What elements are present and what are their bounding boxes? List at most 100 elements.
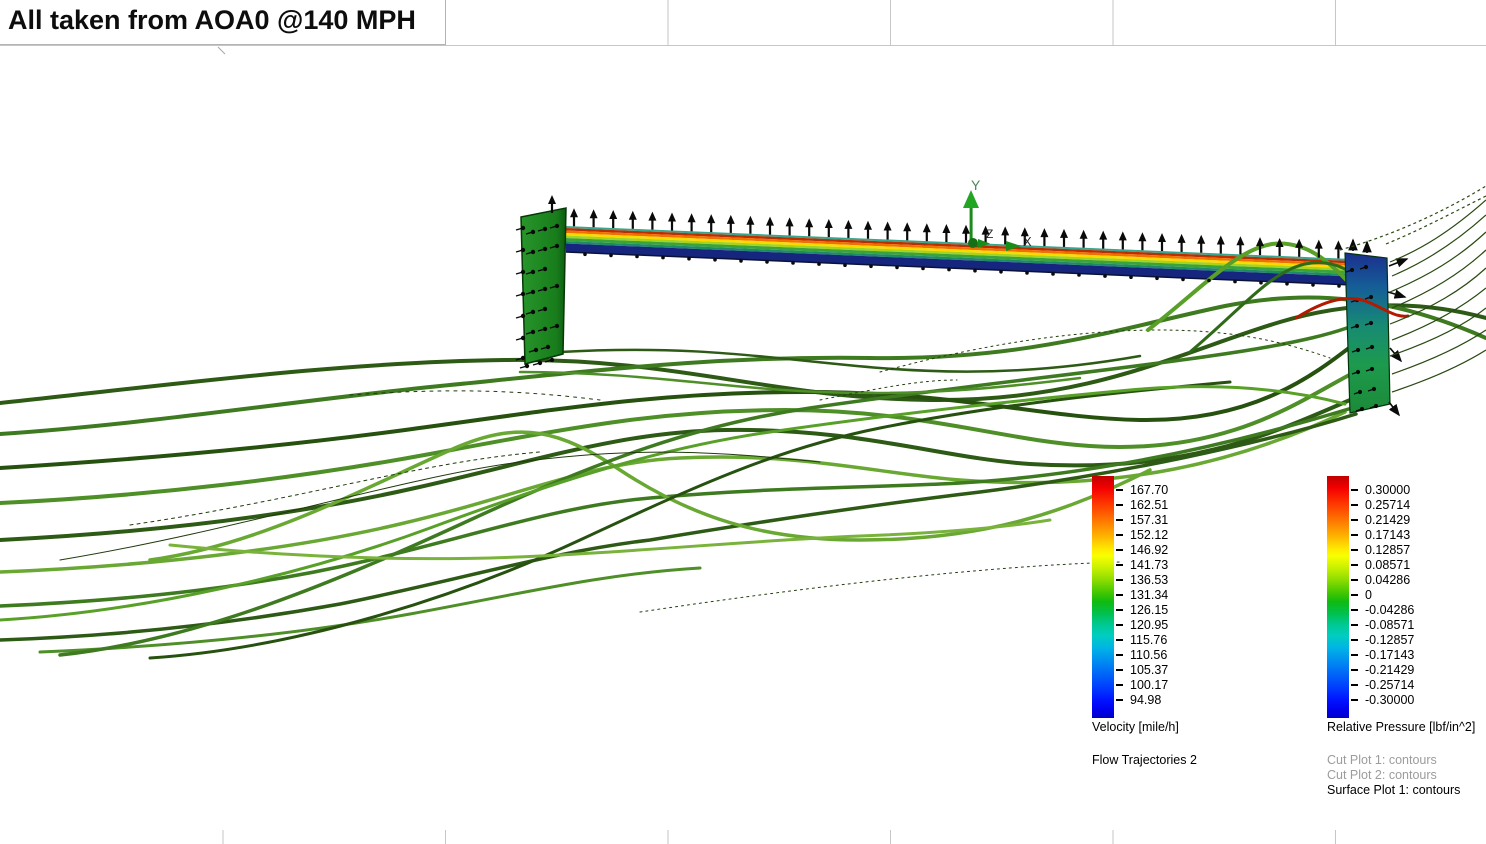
pressure-dot xyxy=(1356,370,1360,374)
axis-triad: Y Z X xyxy=(963,177,1032,251)
pressure-dot xyxy=(999,270,1003,274)
tick-mark xyxy=(1351,579,1358,581)
pressure-dot xyxy=(555,224,559,228)
pressure-arrow-up xyxy=(1178,234,1186,252)
tick-mark xyxy=(1116,519,1123,521)
page-title: All taken from AOA0 @140 MPH xyxy=(0,0,445,36)
pressure-arrow-up xyxy=(1119,231,1127,249)
pressure-arrow-up xyxy=(962,225,970,243)
triad-origin-sphere xyxy=(968,238,978,248)
pressure-dot xyxy=(1360,407,1364,411)
pressure-dot xyxy=(531,330,535,334)
title-cell[interactable]: All taken from AOA0 @140 MPH xyxy=(0,0,446,45)
tick-mark xyxy=(1116,579,1123,581)
pressure-arrow-up xyxy=(668,213,676,231)
tick-mark xyxy=(1116,669,1123,671)
pressure-arrow-up xyxy=(884,222,892,240)
pressure-dot xyxy=(531,230,535,234)
pressure-arrow-up xyxy=(1197,235,1205,253)
pressure-dot xyxy=(739,259,743,263)
pressure-dot xyxy=(895,266,899,270)
pressure-dot xyxy=(543,227,547,231)
tick-mark xyxy=(1351,534,1358,536)
pressure-unit-label: Relative Pressure [lbf/in^2] xyxy=(1327,720,1475,734)
pressure-dot xyxy=(1374,404,1378,408)
pressure-arrow-up xyxy=(766,217,774,235)
pressure-dot xyxy=(1285,282,1289,286)
pressure-arrow-up xyxy=(805,218,813,236)
pressure-arrow-up xyxy=(825,219,833,237)
pressure-arrow-up xyxy=(609,210,617,228)
pressure-dot xyxy=(713,258,717,262)
pressure-dot xyxy=(521,292,525,296)
tick-mark xyxy=(1116,549,1123,551)
tick-mark xyxy=(1351,654,1358,656)
tick-mark xyxy=(1116,639,1123,641)
pressure-scale-value: -0.08571 xyxy=(1351,618,1414,633)
pressure-dot xyxy=(791,261,795,265)
pressure-scale-value: 0.08571 xyxy=(1351,558,1414,573)
pressure-dot xyxy=(609,254,613,258)
tick-mark xyxy=(1116,654,1123,656)
pressure-scale-value: 0.17143 xyxy=(1351,528,1414,543)
pressure-dot xyxy=(546,345,550,349)
pressure-dot xyxy=(765,260,769,264)
pressure-scale-value: 0.30000 xyxy=(1351,483,1414,498)
pressure-arrow-up xyxy=(1276,238,1284,256)
pressure-dot xyxy=(1337,284,1341,288)
pressure-scale: 0.30000 0.25714 0.21429 0.17143 0.12857 … xyxy=(1351,483,1414,708)
velocity-scale-value: 157.31 xyxy=(1116,513,1168,528)
pressure-dot xyxy=(921,267,925,271)
pressure-arrow-up xyxy=(1040,228,1048,246)
streamline xyxy=(40,568,700,652)
pressure-dot xyxy=(525,364,529,368)
y-axis-shaft xyxy=(970,208,973,242)
pressure-scale-value: 0.04286 xyxy=(1351,573,1414,588)
tick-mark xyxy=(1116,489,1123,491)
pressure-plot-list: Cut Plot 1: contoursCut Plot 2: contours… xyxy=(1327,753,1460,798)
cfd-viewport: Y Z X xyxy=(0,0,1486,844)
pressure-scale-value: -0.04286 xyxy=(1351,603,1414,618)
velocity-scale-value: 115.76 xyxy=(1116,633,1168,648)
pressure-dot xyxy=(521,356,525,360)
velocity-scale-value: 105.37 xyxy=(1116,663,1168,678)
pressure-arrow-up xyxy=(1256,237,1264,255)
pressure-dot xyxy=(1364,265,1368,269)
tick-mark xyxy=(1351,609,1358,611)
pressure-arrow-up xyxy=(1217,236,1225,254)
pressure-arrow-up xyxy=(727,215,735,233)
tick-mark xyxy=(1351,549,1358,551)
pressure-dot xyxy=(550,358,554,362)
pressure-dot xyxy=(543,247,547,251)
velocity-scale-value: 167.70 xyxy=(1116,483,1168,498)
pressure-dot xyxy=(534,348,538,352)
velocity-color-bar xyxy=(1092,476,1114,718)
pressure-dot xyxy=(538,361,542,365)
pressure-dot xyxy=(1358,390,1362,394)
pressure-arrow-up xyxy=(590,209,598,227)
velocity-scale-value: 141.73 xyxy=(1116,558,1168,573)
pressure-dot xyxy=(1103,274,1107,278)
pressure-dot xyxy=(1181,278,1185,282)
plot-label: Cut Plot 2: contours xyxy=(1327,768,1460,783)
pressure-dot xyxy=(1077,273,1081,277)
pressure-dot xyxy=(1350,268,1354,272)
pressure-dot xyxy=(555,284,559,288)
pressure-scale-value: -0.30000 xyxy=(1351,693,1414,708)
pressure-dot xyxy=(1233,280,1237,284)
pressure-dot xyxy=(543,287,547,291)
velocity-scale-value: 126.15 xyxy=(1116,603,1168,618)
pressure-arrow-up xyxy=(570,208,578,226)
pressure-dot xyxy=(1370,345,1374,349)
pressure-color-bar xyxy=(1327,476,1349,718)
pressure-dot xyxy=(843,263,847,267)
pressure-dot xyxy=(521,336,525,340)
pressure-dot xyxy=(1369,295,1373,299)
pressure-dot xyxy=(1369,321,1373,325)
tick-mark xyxy=(1351,519,1358,521)
pressure-arrow-up xyxy=(629,211,637,229)
pressure-dot xyxy=(1370,367,1374,371)
velocity-scale-value: 146.92 xyxy=(1116,543,1168,558)
pressure-dot xyxy=(635,255,639,259)
tick-mark xyxy=(1351,684,1358,686)
